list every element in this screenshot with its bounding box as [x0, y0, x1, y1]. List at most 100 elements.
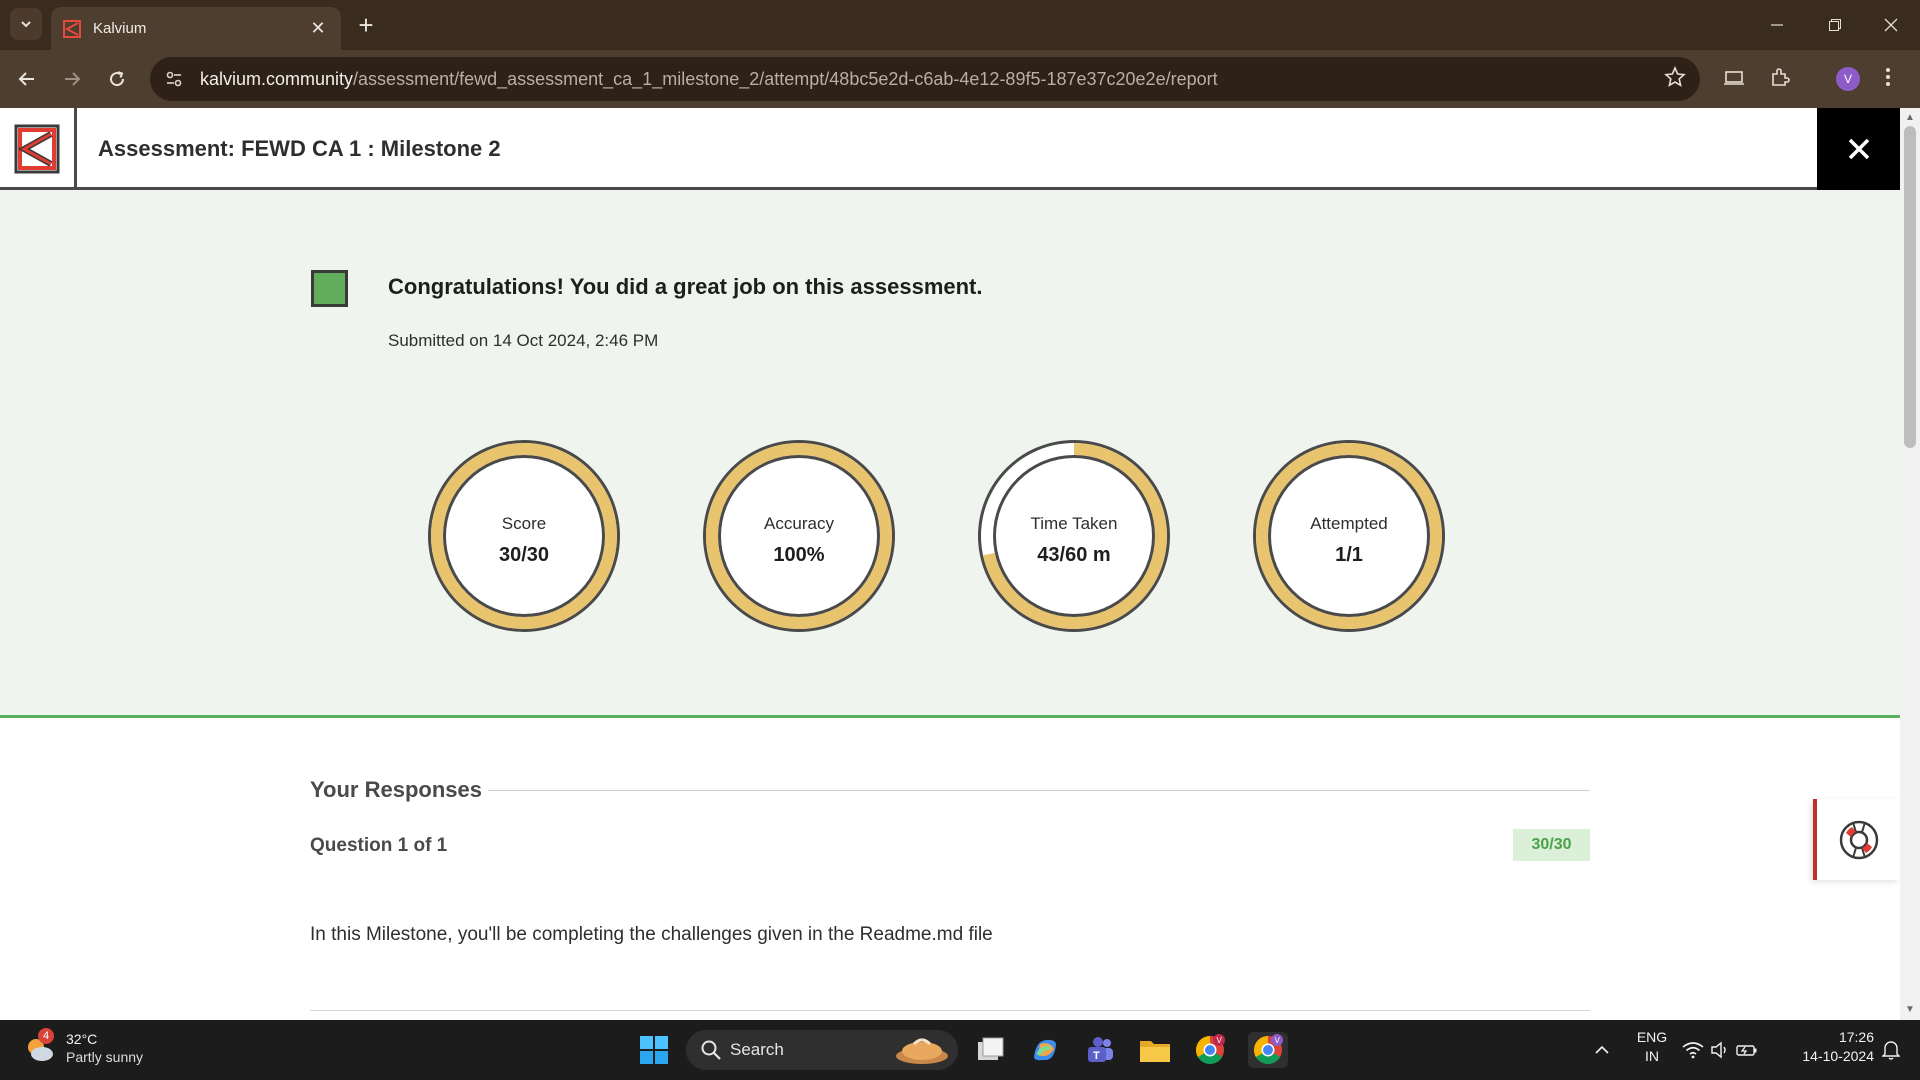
page-scrollbar[interactable]: ▲ ▼	[1900, 108, 1920, 1020]
minimize-button[interactable]	[1748, 0, 1806, 50]
teams-icon: T	[1088, 1037, 1113, 1062]
reload-icon	[110, 71, 125, 87]
close-icon	[1884, 18, 1898, 32]
copilot-button[interactable]	[1027, 1032, 1063, 1068]
search-label: Search	[730, 1040, 784, 1059]
responses-heading: Your Responses	[310, 777, 482, 802]
browser-tab-bar: Kalvium ✕ +	[0, 0, 1920, 50]
folder-icon	[1140, 1041, 1170, 1062]
extensions-icon[interactable]	[1769, 66, 1791, 93]
weather-temperature: 32°C	[66, 1031, 98, 1047]
accuracy-ring	[703, 440, 895, 632]
stat-label: Attempted	[1310, 514, 1388, 533]
stat-label: Accuracy	[764, 514, 834, 533]
stat-value: 100%	[773, 544, 825, 566]
svg-text:T: T	[1093, 1050, 1100, 1062]
close-icon	[1848, 138, 1869, 160]
stat-value: 30/30	[498, 544, 550, 566]
divider	[310, 1010, 1590, 1011]
battery-icon	[1736, 1045, 1757, 1056]
divider	[488, 790, 1590, 791]
scroll-thumb[interactable]	[1904, 126, 1916, 448]
kalvium-favicon-icon	[63, 19, 81, 38]
time-ring	[978, 440, 1170, 632]
chrome-profile-v-button[interactable]: V	[1192, 1032, 1228, 1068]
result-summary: Congratulations! You did a great job on …	[0, 190, 1900, 718]
region-code: IN	[1645, 1048, 1659, 1064]
help-button[interactable]	[1813, 799, 1900, 880]
report-page: Assessment: FEWD CA 1 : Milestone 2 Cong…	[0, 108, 1900, 1020]
back-button[interactable]	[9, 61, 45, 97]
kalvium-logo-icon	[14, 124, 60, 174]
chrome-icon: V	[1254, 1034, 1283, 1064]
weather-icon: 4	[22, 1028, 58, 1066]
reload-button[interactable]	[99, 61, 135, 97]
question-text: In this Milestone, you'll be completing …	[310, 924, 993, 945]
more-menu-icon[interactable]	[1885, 66, 1891, 93]
stat-value: 1/1	[1335, 544, 1363, 566]
clock-date: 14-10-2024	[1802, 1048, 1874, 1064]
svg-text:V: V	[1217, 1036, 1223, 1045]
arrow-left-icon	[18, 72, 34, 86]
stat-time-taken: Time Taken 43/60 m	[974, 436, 1174, 636]
task-view-icon	[978, 1037, 1004, 1060]
cast-icon[interactable]	[1723, 66, 1745, 93]
forward-button[interactable]	[54, 61, 90, 97]
taskbar-search[interactable]: Search	[686, 1030, 958, 1070]
svg-text:V: V	[1275, 1036, 1281, 1045]
status-square-icon	[311, 270, 348, 307]
attempted-ring	[1253, 440, 1445, 632]
wifi-icon	[1682, 1042, 1704, 1059]
weather-widget[interactable]: 4 32°C Partly sunny	[22, 1028, 144, 1066]
scroll-down-icon[interactable]: ▼	[1905, 1004, 1915, 1015]
site-info-icon[interactable]	[156, 61, 192, 97]
system-status-button[interactable]	[1680, 1032, 1760, 1068]
bookmark-star-icon[interactable]	[1664, 65, 1686, 93]
scroll-up-icon[interactable]: ▲	[1905, 112, 1915, 123]
stat-label: Time Taken	[1030, 514, 1118, 533]
tab-title: Kalvium	[93, 20, 147, 37]
url-host: kalvium.community	[200, 68, 354, 89]
windows-taskbar: 4 32°C Partly sunny Search T V V ENG IN …	[0, 1020, 1920, 1080]
stat-accuracy: Accuracy 100%	[699, 436, 899, 636]
search-icon	[701, 1040, 721, 1060]
chrome-icon: V	[1196, 1034, 1225, 1064]
restore-icon	[1829, 19, 1841, 31]
chrome-active-button[interactable]: V	[1248, 1032, 1288, 1068]
start-button[interactable]	[636, 1032, 672, 1068]
notifications-button[interactable]	[1876, 1032, 1906, 1068]
question-number: Question 1 of 1	[310, 835, 448, 856]
tab-search-button[interactable]	[10, 8, 42, 40]
browser-toolbar: kalvium.community/assessment/fewd_assess…	[0, 50, 1920, 108]
tray-overflow-button[interactable]	[1584, 1032, 1620, 1068]
stat-attempted: Attempted 1/1	[1249, 436, 1449, 636]
windows-logo-icon	[640, 1036, 668, 1064]
lifebuoy-icon	[1839, 820, 1878, 859]
submitted-date: Submitted on 14 Oct 2024, 2:46 PM	[388, 331, 659, 350]
task-view-button[interactable]	[973, 1032, 1009, 1068]
stat-score: Score 30/30	[424, 436, 624, 636]
file-explorer-button[interactable]	[1137, 1032, 1173, 1068]
language-indicator[interactable]: ENG IN	[1632, 1028, 1672, 1066]
stat-label: Score	[501, 514, 547, 533]
close-window-button[interactable]	[1862, 0, 1920, 50]
clock[interactable]: 17:26 14-10-2024	[1784, 1028, 1874, 1066]
restore-button[interactable]	[1806, 0, 1864, 50]
profile-avatar[interactable]: V	[1836, 67, 1860, 91]
arrow-right-icon	[65, 72, 81, 86]
browser-tab[interactable]: Kalvium ✕	[51, 7, 341, 50]
copilot-icon	[1034, 1039, 1056, 1061]
question-score-badge: 30/30	[1513, 829, 1590, 861]
new-tab-button[interactable]: +	[352, 10, 380, 40]
page-title: Assessment: FEWD CA 1 : Milestone 2	[98, 136, 501, 161]
kalvium-logo[interactable]	[0, 108, 77, 190]
close-report-button[interactable]	[1817, 108, 1900, 190]
url-text: kalvium.community/assessment/fewd_assess…	[200, 69, 1218, 90]
teams-button[interactable]: T	[1082, 1032, 1118, 1068]
address-bar[interactable]: kalvium.community/assessment/fewd_assess…	[150, 57, 1700, 101]
volume-icon	[1711, 1041, 1726, 1059]
score-ring	[428, 440, 620, 632]
tab-close-icon[interactable]: ✕	[307, 18, 329, 40]
weather-condition: Partly sunny	[66, 1049, 144, 1065]
language-code: ENG	[1636, 1029, 1668, 1045]
